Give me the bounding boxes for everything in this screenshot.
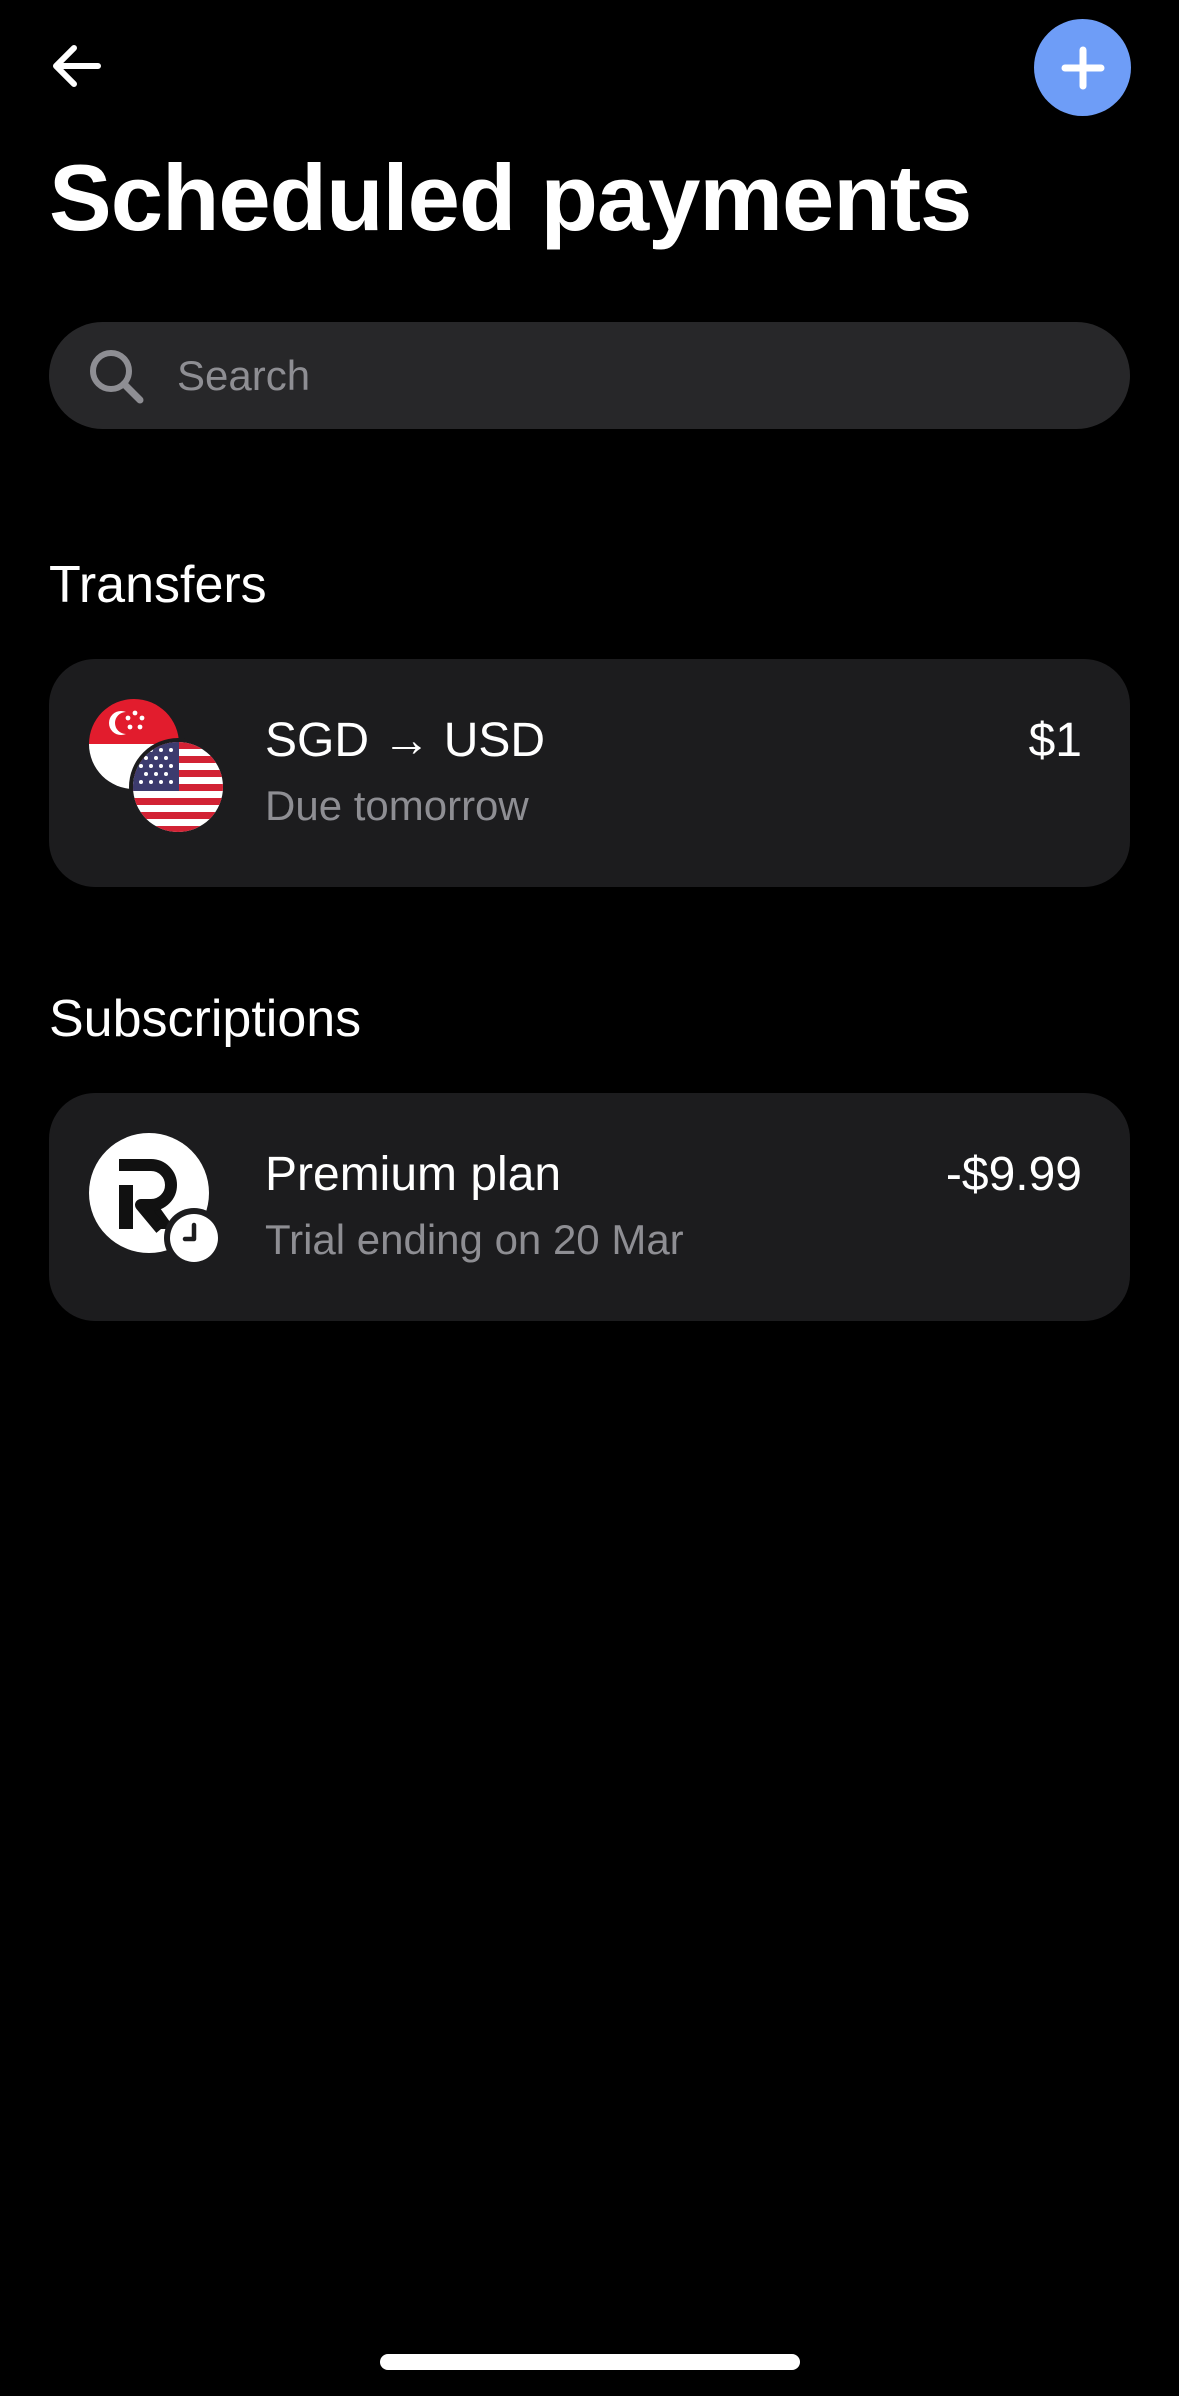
subscription-title: Premium plan bbox=[265, 1148, 562, 1201]
search-input[interactable] bbox=[175, 339, 1130, 412]
plus-icon bbox=[1061, 46, 1104, 89]
back-button[interactable] bbox=[40, 30, 112, 102]
transfer-subtitle: Due tomorrow bbox=[265, 782, 529, 829]
subscription-amount: -$9.99 bbox=[945, 1148, 1082, 1201]
subscriptions-heading: Subscriptions bbox=[49, 990, 362, 1048]
subscription-avatar bbox=[89, 1133, 239, 1283]
transfer-title: SGD → USD bbox=[265, 714, 546, 767]
subscription-subtitle: Trial ending on 20 Mar bbox=[265, 1216, 684, 1263]
currency-pair-avatar bbox=[89, 699, 239, 849]
transfers-heading: Transfers bbox=[49, 556, 267, 614]
search-icon bbox=[85, 345, 147, 407]
home-indicator[interactable] bbox=[380, 2354, 800, 2370]
clock-icon bbox=[164, 1208, 224, 1268]
add-button[interactable] bbox=[1034, 19, 1131, 116]
transfer-item[interactable]: SGD → USD Due tomorrow $1 bbox=[49, 659, 1130, 887]
transfer-amount: $1 bbox=[1028, 714, 1082, 767]
page-title: Scheduled payments bbox=[49, 145, 972, 250]
arrow-left-icon bbox=[53, 45, 101, 87]
search-bar[interactable] bbox=[49, 322, 1130, 429]
subscription-item[interactable]: Premium plan Trial ending on 20 Mar -$9.… bbox=[49, 1093, 1130, 1321]
